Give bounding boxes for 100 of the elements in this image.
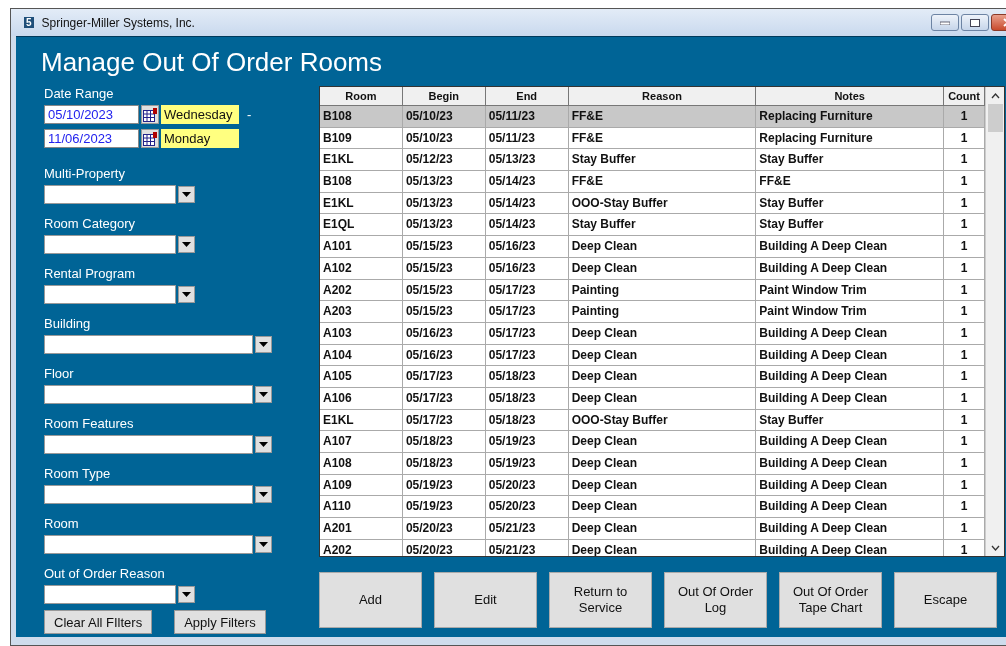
filter-button[interactable]: Clear All FIlters xyxy=(44,610,153,634)
weekday-label: Wednesday xyxy=(161,105,239,124)
table-cell: Building A Deep Clean xyxy=(756,236,945,258)
table-cell: 05/20/23 xyxy=(402,539,486,556)
column-header[interactable]: Count xyxy=(944,87,985,106)
table-cell: FF&E xyxy=(568,171,757,193)
maximize-icon xyxy=(970,18,980,27)
dropdown-button[interactable] xyxy=(178,586,195,603)
table-cell: 05/13/23 xyxy=(402,214,486,237)
dropdown-field[interactable] xyxy=(44,535,253,554)
dropdown-button[interactable] xyxy=(255,536,272,553)
table-cell: Building A Deep Clean xyxy=(756,453,945,475)
table-cell: Deep Clean xyxy=(568,236,757,258)
table-cell: Stay Buffer xyxy=(756,192,945,215)
dropdown-button[interactable] xyxy=(178,286,195,303)
table-cell: Deep Clean xyxy=(568,518,757,540)
table-cell: Deep Clean xyxy=(568,453,757,475)
table-cell: 05/17/23 xyxy=(402,387,486,410)
table-cell: 05/19/23 xyxy=(402,474,486,497)
minimize-icon xyxy=(940,20,950,25)
action-button[interactable]: Out Of Order Tape Chart xyxy=(779,572,882,628)
dropdown-button[interactable] xyxy=(255,486,272,503)
column-header[interactable]: Begin xyxy=(402,87,486,106)
dropdown-button[interactable] xyxy=(255,336,272,353)
action-button[interactable]: Escape xyxy=(894,572,997,628)
dropdown-button[interactable] xyxy=(255,436,272,453)
action-button[interactable]: Add xyxy=(319,572,422,628)
dropdown-button[interactable] xyxy=(178,236,195,253)
table-cell: Stay Buffer xyxy=(756,149,945,172)
table-cell: Deep Clean xyxy=(568,474,757,497)
filter-label: Floor xyxy=(44,366,75,382)
table-cell: A202 xyxy=(320,279,403,302)
dropdown-field[interactable] xyxy=(44,435,253,454)
column-header[interactable]: Reason xyxy=(568,87,757,106)
filter-label: Room xyxy=(44,516,80,532)
table-cell: Deep Clean xyxy=(568,387,757,410)
table-cell: 05/15/23 xyxy=(402,236,486,258)
scroll-up-icon[interactable] xyxy=(990,92,1000,99)
table-cell: Stay Buffer xyxy=(756,214,945,237)
date-field[interactable]: 11/06/2023 xyxy=(44,129,139,148)
table-cell: Paint Window Trim xyxy=(756,279,945,302)
table-cell: 05/21/23 xyxy=(485,539,569,556)
dropdown-arrow-icon xyxy=(182,292,191,297)
table-cell: 1 xyxy=(944,106,985,128)
table-cell: 05/11/23 xyxy=(485,106,569,128)
table-cell: 05/13/23 xyxy=(485,149,569,172)
table-cell: Stay Buffer xyxy=(756,409,945,432)
dropdown-arrow-icon xyxy=(259,392,268,397)
window-title: Springer-Miller Systems, Inc. xyxy=(41,15,195,30)
action-button[interactable]: Out Of Order Log xyxy=(664,572,767,628)
weekday-label: Monday xyxy=(161,129,239,148)
table-cell: A110 xyxy=(320,496,403,519)
app-icon: 5 xyxy=(24,17,34,28)
table-cell: 05/16/23 xyxy=(402,344,486,367)
table-cell: Replacing Furniture xyxy=(756,106,945,128)
table-cell: 05/13/23 xyxy=(402,192,486,215)
dropdown-field[interactable] xyxy=(44,485,253,504)
filter-button[interactable]: Apply Filters xyxy=(174,610,266,634)
action-button[interactable]: Edit xyxy=(434,572,537,628)
table-cell: Building A Deep Clean xyxy=(756,322,945,345)
table-cell: E1QL xyxy=(320,214,403,237)
dropdown-field[interactable] xyxy=(44,285,176,304)
calendar-button[interactable] xyxy=(141,129,159,148)
dropdown-arrow-icon xyxy=(259,342,268,347)
calendar-button[interactable] xyxy=(141,105,159,124)
dropdown-arrow-icon xyxy=(259,542,268,547)
dropdown-field[interactable] xyxy=(44,185,176,204)
dropdown-button[interactable] xyxy=(178,186,195,203)
table-cell: 05/10/23 xyxy=(402,127,486,150)
column-header[interactable]: Notes xyxy=(756,87,945,106)
table-cell: Building A Deep Clean xyxy=(756,257,945,280)
dropdown-button[interactable] xyxy=(255,386,272,403)
table-cell: FF&E xyxy=(568,127,757,150)
table-cell: 05/11/23 xyxy=(485,127,569,150)
table-cell: Deep Clean xyxy=(568,496,757,519)
dropdown-field[interactable] xyxy=(44,385,253,404)
scroll-down-icon[interactable] xyxy=(990,544,1000,551)
date-field[interactable]: 05/10/2023 xyxy=(44,105,139,124)
column-header[interactable]: Room xyxy=(320,87,403,106)
scrollbar[interactable] xyxy=(985,87,1004,556)
dropdown-field[interactable] xyxy=(44,335,253,354)
table-cell: Building A Deep Clean xyxy=(756,344,945,367)
table-cell: 05/13/23 xyxy=(402,171,486,193)
table-cell: Stay Buffer xyxy=(568,214,757,237)
dropdown-arrow-icon xyxy=(259,492,268,497)
filter-label: Rental Program xyxy=(44,266,137,282)
table-cell: 05/17/23 xyxy=(402,409,486,432)
column-header[interactable]: End xyxy=(485,87,569,106)
table-cell: 05/17/23 xyxy=(485,279,569,302)
table-cell: 05/21/23 xyxy=(485,518,569,540)
table-cell: FF&E xyxy=(756,171,945,193)
calendar-icon xyxy=(143,107,157,122)
table-cell: OOO-Stay Buffer xyxy=(568,409,757,432)
action-button[interactable]: Return to Service xyxy=(549,572,652,628)
dropdown-field[interactable] xyxy=(44,235,176,254)
dropdown-field[interactable] xyxy=(44,585,176,604)
maximize-button[interactable] xyxy=(961,14,989,31)
scroll-thumb[interactable] xyxy=(987,104,1003,132)
table-cell: 05/20/23 xyxy=(485,474,569,497)
calendar-icon xyxy=(143,131,157,146)
